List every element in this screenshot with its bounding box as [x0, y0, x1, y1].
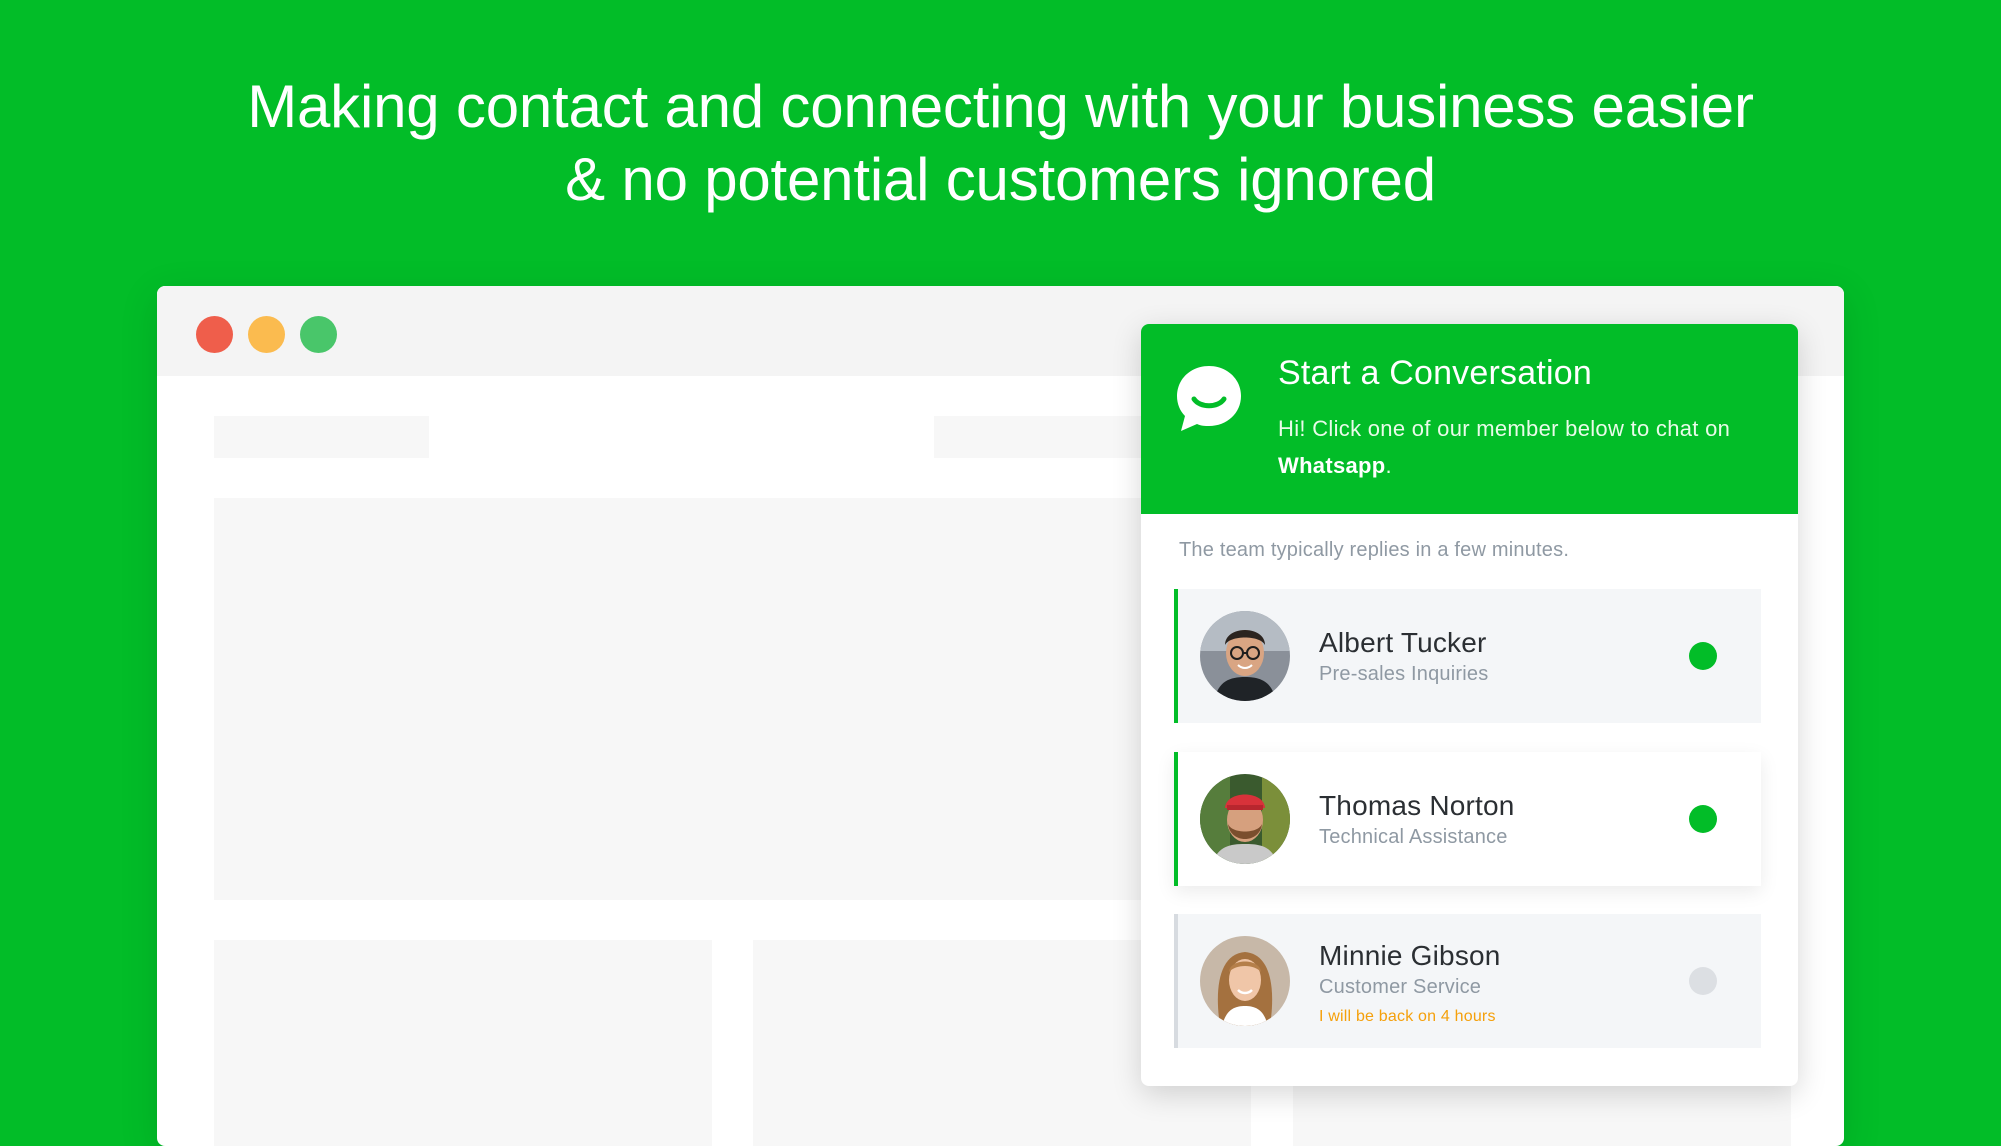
- page-headline: Making contact and connecting with your …: [0, 70, 2001, 216]
- member-card-thomas-norton[interactable]: Thomas Norton Technical Assistance: [1174, 752, 1761, 886]
- widget-title: Start a Conversation: [1278, 354, 1592, 392]
- widget-subtitle: Hi! Click one of our member below to cha…: [1278, 410, 1748, 484]
- widget-subtitle-suffix: .: [1385, 453, 1392, 478]
- window-maximize-button[interactable]: [300, 316, 337, 353]
- widget-subtitle-text: Hi! Click one of our member below to cha…: [1278, 416, 1731, 441]
- online-status-indicator: [1689, 642, 1717, 670]
- headline-line-1: Making contact and connecting with your …: [247, 73, 1754, 140]
- chat-bubble-smile-icon: [1177, 366, 1241, 431]
- member-name: Albert Tucker: [1319, 627, 1487, 658]
- member-name: Minnie Gibson: [1319, 940, 1501, 971]
- member-role: Customer Service: [1319, 976, 1482, 998]
- online-status-indicator: [1689, 805, 1717, 833]
- headline-line-2: & no potential customers ignored: [565, 146, 1436, 213]
- placeholder-nav: [934, 416, 1154, 458]
- widget-header: Start a Conversation Hi! Click one of ou…: [1141, 324, 1798, 514]
- avatar: [1200, 936, 1290, 1026]
- window-close-button[interactable]: [196, 316, 233, 353]
- member-card-minnie-gibson[interactable]: Minnie Gibson Customer Service I will be…: [1174, 914, 1761, 1048]
- member-card-albert-tucker[interactable]: Albert Tucker Pre-sales Inquiries: [1174, 589, 1761, 723]
- offline-status-indicator: [1689, 967, 1717, 995]
- member-role: Pre-sales Inquiries: [1319, 663, 1489, 685]
- avatar: [1200, 774, 1290, 864]
- whatsapp-chat-widget: Start a Conversation Hi! Click one of ou…: [1141, 324, 1798, 1086]
- widget-subtitle-app: Whatsapp: [1278, 453, 1386, 478]
- placeholder-hero: [214, 498, 1254, 900]
- window-minimize-button[interactable]: [248, 316, 285, 353]
- placeholder-card-1: [214, 940, 712, 1146]
- avatar: [1200, 611, 1290, 701]
- away-message: I will be back on 4 hours: [1319, 1008, 1496, 1025]
- member-role: Technical Assistance: [1319, 826, 1508, 848]
- member-name: Thomas Norton: [1319, 790, 1515, 821]
- reply-time-note: The team typically replies in a few minu…: [1179, 539, 1570, 561]
- placeholder-logo: [214, 416, 429, 458]
